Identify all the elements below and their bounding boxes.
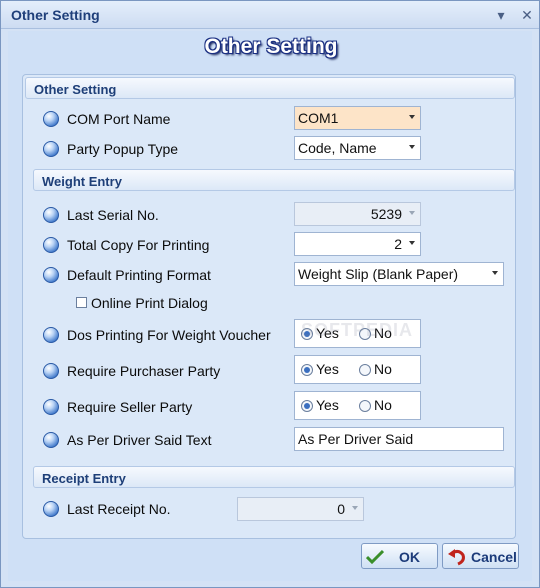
chevron-down-icon <box>409 241 415 245</box>
section-receipt-entry: Receipt Entry <box>33 466 515 488</box>
total-copy-label: Total Copy For Printing <box>67 237 210 253</box>
chevron-down-icon <box>409 115 415 119</box>
title-bar: Other Setting ▾ ✕ <box>1 1 539 29</box>
watermark: SOFTPEDIA <box>301 320 414 340</box>
bullet-icon <box>43 432 59 448</box>
window-title: Other Setting <box>11 7 100 23</box>
close-icon[interactable]: ✕ <box>518 6 536 24</box>
dos-printing-label: Dos Printing For Weight Voucher <box>67 327 271 343</box>
section-other-setting: Other Setting <box>25 77 515 99</box>
total-copy-value: 2 <box>394 236 402 252</box>
require-purchaser-no-radio[interactable] <box>359 364 371 376</box>
bullet-icon <box>43 141 59 157</box>
bullet-icon <box>43 267 59 283</box>
driver-said-value: As Per Driver Said <box>298 431 414 447</box>
driver-said-label: As Per Driver Said Text <box>67 432 212 448</box>
require-purchaser-yes-radio[interactable] <box>301 364 313 376</box>
require-purchaser-yes-label: Yes <box>316 361 339 377</box>
print-format-select[interactable]: Weight Slip (Blank Paper) <box>294 262 504 286</box>
cancel-button[interactable]: Cancel <box>442 543 519 569</box>
online-print-label: Online Print Dialog <box>91 295 208 311</box>
chevron-down-icon <box>409 211 415 215</box>
com-port-label: COM Port Name <box>67 111 171 127</box>
chevron-down-icon <box>492 271 498 275</box>
bullet-icon <box>43 111 59 127</box>
page-title: Other Setting <box>204 35 338 58</box>
require-purchaser-radio-group: Yes No <box>294 355 421 384</box>
require-purchaser-no-label: No <box>374 361 392 377</box>
bullet-icon <box>43 363 59 379</box>
ok-button-label: OK <box>399 549 420 565</box>
last-serial-spinner[interactable]: 5239 <box>294 202 421 226</box>
last-receipt-label: Last Receipt No. <box>67 501 171 517</box>
minimize-icon[interactable]: ▾ <box>492 6 510 24</box>
party-popup-value: Code, Name <box>298 140 377 156</box>
online-print-checkbox[interactable] <box>76 297 87 308</box>
bullet-icon <box>43 207 59 223</box>
cancel-button-label: Cancel <box>471 549 517 565</box>
com-port-value: COM1 <box>298 110 339 126</box>
party-popup-select[interactable]: Code, Name <box>294 136 421 160</box>
section-weight-entry: Weight Entry <box>33 169 515 191</box>
require-seller-label: Require Seller Party <box>67 399 193 415</box>
require-seller-no-radio[interactable] <box>359 400 371 412</box>
driver-said-input[interactable]: As Per Driver Said <box>294 427 504 451</box>
print-format-label: Default Printing Format <box>67 267 211 283</box>
print-format-value: Weight Slip (Blank Paper) <box>298 266 459 282</box>
chevron-down-icon <box>409 145 415 149</box>
require-seller-yes-label: Yes <box>316 397 339 413</box>
bullet-icon <box>43 327 59 343</box>
last-receipt-value: 0 <box>337 501 345 517</box>
checkmark-icon <box>366 549 384 565</box>
last-serial-label: Last Serial No. <box>67 207 159 223</box>
require-seller-radio-group: Yes No <box>294 391 421 420</box>
total-copy-spinner[interactable]: 2 <box>294 232 421 256</box>
undo-arrow-icon <box>448 549 465 566</box>
chevron-down-icon <box>352 506 358 510</box>
party-popup-label: Party Popup Type <box>67 141 179 157</box>
last-receipt-spinner[interactable]: 0 <box>237 497 364 521</box>
require-seller-no-label: No <box>374 397 392 413</box>
bullet-icon <box>43 399 59 415</box>
require-purchaser-label: Require Purchaser Party <box>67 363 221 379</box>
ok-button[interactable]: OK <box>361 543 438 569</box>
require-seller-yes-radio[interactable] <box>301 400 313 412</box>
last-serial-value: 5239 <box>370 206 402 222</box>
settings-window: Other Setting ▾ ✕ Other Setting Other Se… <box>0 0 540 588</box>
bullet-icon <box>43 237 59 253</box>
bullet-icon <box>43 501 59 517</box>
com-port-select[interactable]: COM1 <box>294 106 421 130</box>
